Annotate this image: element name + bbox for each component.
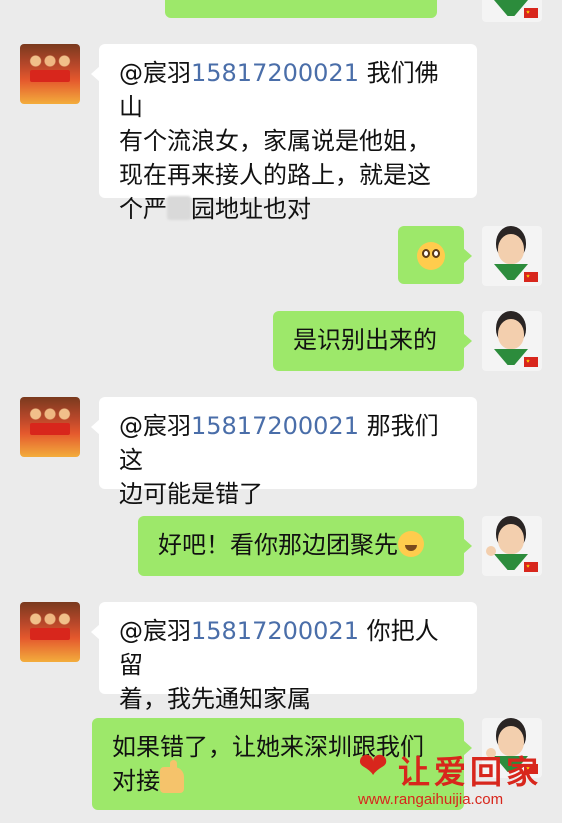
message-bubble[interactable] — [165, 0, 437, 18]
avatar[interactable] — [482, 0, 542, 22]
message-bubble[interactable]: @宸羽15817200021 我们佛山 有个流浪女，家属说是他姐， 现在再来接人… — [91, 44, 477, 223]
message-line: @宸羽15817200021 你把人留 — [119, 614, 457, 682]
message-bubble[interactable]: 是识别出来的 — [273, 311, 472, 371]
avatar[interactable] — [20, 602, 80, 662]
message-text: 园地址也对 — [191, 195, 311, 223]
message-line: 有个流浪女，家属说是他姐， — [119, 127, 431, 155]
message-line: @宸羽15817200021 那我们这 — [119, 409, 457, 477]
message-line: @宸羽15817200021 我们佛山 — [119, 56, 457, 124]
mention[interactable]: @宸羽 — [119, 617, 191, 645]
message-bubble[interactable]: 好吧！看你那边团聚先 — [138, 516, 472, 576]
watermark-logo: ❤ 让爱回家 www.rangaihuijia.com — [358, 747, 548, 809]
message-line: 现在再来接人的路上，就是这 — [119, 161, 431, 189]
message-line: 个严 园地址也对 — [119, 192, 457, 226]
message-bubble[interactable]: @宸羽15817200021 那我们这 边可能是错了 — [91, 397, 477, 508]
message-bubble[interactable] — [398, 226, 472, 284]
flushed-face-icon — [417, 242, 445, 270]
message-text: 个严 — [119, 195, 167, 223]
avatar[interactable] — [482, 311, 542, 371]
mention[interactable]: @宸羽 — [119, 59, 191, 87]
avatar[interactable] — [482, 226, 542, 286]
phone-link[interactable]: 15817200021 — [191, 59, 359, 87]
message-line: 边可能是错了 — [119, 480, 263, 508]
message-text: 好吧！看你那边团聚先 — [158, 531, 398, 559]
phone-link[interactable]: 15817200021 — [191, 412, 359, 440]
avatar[interactable] — [482, 516, 542, 576]
message-text: 对接 — [112, 767, 160, 795]
thumbs-up-icon — [160, 760, 184, 793]
phone-link[interactable]: 15817200021 — [191, 617, 359, 645]
message-bubble[interactable]: @宸羽15817200021 你把人留 着，我先通知家属 — [91, 602, 477, 713]
watermark-title: 让爱回家 — [398, 753, 543, 791]
message-text: 是识别出来的 — [293, 326, 437, 354]
avatar[interactable] — [20, 44, 80, 104]
avatar[interactable] — [20, 397, 80, 457]
message-line: 着，我先通知家属 — [119, 685, 311, 713]
heart-icon: ❤ — [358, 746, 389, 787]
watermark-url: www.rangaihuijia.com — [358, 791, 504, 808]
crying-laughing-face-icon — [398, 531, 424, 557]
mention[interactable]: @宸羽 — [119, 412, 191, 440]
redacted-text — [167, 196, 191, 220]
